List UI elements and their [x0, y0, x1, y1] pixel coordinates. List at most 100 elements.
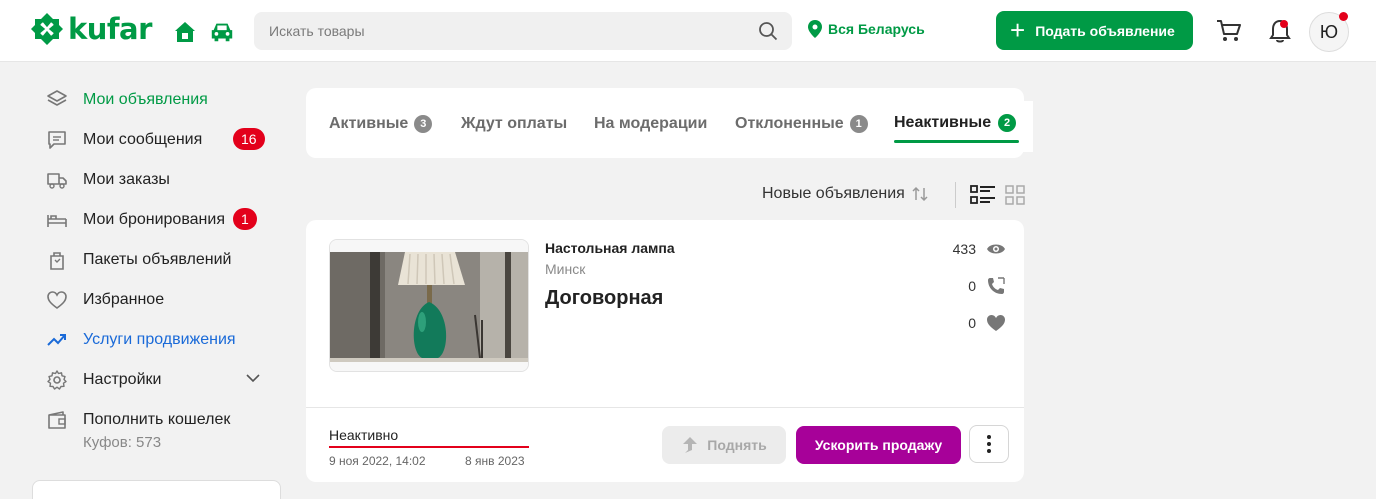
phone-icon	[988, 277, 1005, 294]
ad-date-end: 8 янв 2023	[465, 454, 525, 468]
boost-sale-label: Ускорить продажу	[814, 437, 943, 453]
calls-count: 0	[968, 278, 976, 294]
kebab-menu-icon	[987, 435, 991, 453]
tab-label: Ждут оплаты	[461, 115, 568, 132]
tab-count-badge: 1	[849, 115, 868, 133]
tab-selected-underline	[894, 140, 1019, 143]
tab-inactive[interactable]: Неактивные 2	[880, 101, 1033, 152]
sidebar-item-bookings[interactable]: Мои бронирования	[46, 208, 225, 232]
post-ad-label: Подать объявление	[1035, 22, 1175, 39]
sidebar-item-label: Пакеты объявлений	[83, 251, 232, 268]
tab-count-badge: 3	[414, 115, 433, 133]
grid-view-icon[interactable]	[1005, 185, 1025, 205]
sidebar-item-label: Настройки	[83, 371, 162, 388]
tab-label: Отклоненные	[735, 115, 844, 132]
sidebar-item-label: Мои бронирования	[83, 211, 225, 228]
search-input[interactable]	[254, 12, 792, 50]
account-sidebar: Мои объявления Мои сообщения 16 Мои зака…	[0, 62, 300, 499]
tab-moderation[interactable]: На модерации	[594, 115, 707, 133]
logo-text: kufar	[68, 12, 152, 46]
realty-house-icon[interactable]	[172, 19, 198, 45]
auto-car-icon[interactable]	[209, 19, 235, 45]
sidebar-item-favorites[interactable]: Избранное	[46, 288, 164, 312]
sidebar-item-settings[interactable]: Настройки	[46, 368, 161, 392]
sidebar-item-promotion[interactable]: Услуги продвижения	[46, 328, 236, 352]
avatar-notification-dot	[1339, 12, 1348, 21]
bag-icon	[50, 252, 64, 270]
tab-label: Неактивные	[894, 114, 992, 131]
tab-rejected[interactable]: Отклоненные 1	[735, 115, 868, 133]
status-progress-bar	[329, 446, 529, 448]
ad-date-start: 9 ноя 2022, 14:02	[329, 454, 426, 468]
sidebar-item-label: Пополнить кошелек	[83, 411, 231, 428]
top-header: kufar Вся Беларусь + Подать объявление	[0, 0, 1376, 62]
calls-stat: 0	[926, 276, 1006, 296]
gear-icon	[47, 370, 67, 390]
heart-icon	[47, 291, 67, 309]
sidebar-item-label: Мои сообщения	[83, 131, 203, 148]
delivery-icon	[47, 173, 67, 189]
ad-price: Договорная	[545, 287, 664, 309]
sidebar-item-my-ads[interactable]: Мои объявления	[46, 88, 208, 112]
location-selector[interactable]: Вся Беларусь	[808, 20, 925, 38]
sort-arrows-icon	[912, 186, 928, 202]
sidebar-item-orders[interactable]: Мои заказы	[46, 168, 170, 192]
views-stat: 433	[926, 239, 1006, 259]
lamp-photo	[330, 240, 528, 371]
ad-title[interactable]: Настольная лампа	[545, 240, 675, 256]
chevron-down-icon[interactable]	[246, 371, 260, 385]
raise-ad-button[interactable]: Поднять	[662, 426, 786, 464]
heart-filled-icon	[987, 315, 1005, 331]
bookings-count-badge: 1	[233, 208, 257, 230]
tab-inactive-title: Неактивные 2	[894, 114, 1017, 132]
cart-icon[interactable]	[1216, 19, 1242, 43]
sidebar-item-label: Мои заказы	[83, 171, 170, 188]
eye-icon	[987, 244, 1005, 254]
sidebar-extra-box	[32, 480, 281, 499]
tab-awaiting-payment[interactable]: Ждут оплаты	[461, 115, 567, 133]
wallet-icon	[48, 411, 66, 429]
view-divider	[955, 182, 956, 208]
trend-up-icon	[47, 334, 66, 346]
kufar-logo[interactable]: kufar	[30, 12, 152, 46]
notification-dot	[1280, 20, 1288, 28]
ad-city: Минск	[545, 261, 586, 277]
sort-dropdown[interactable]: Новые объявления	[762, 185, 929, 203]
favorites-count: 0	[968, 315, 976, 331]
search-icon[interactable]	[758, 21, 778, 41]
views-count: 433	[952, 241, 976, 257]
more-options-highlight	[964, 418, 1018, 472]
raise-ad-label: Поднять	[707, 437, 767, 453]
sidebar-item-label: Мои объявления	[83, 91, 208, 108]
ad-status: Неактивно	[329, 427, 399, 443]
boost-sale-button[interactable]: Ускорить продажу	[796, 426, 961, 464]
ad-card: Настольная лампа Минск Договорная 433 0 …	[306, 220, 1024, 482]
bed-icon	[47, 215, 67, 227]
map-pin-icon	[808, 20, 822, 38]
sidebar-item-ad-packages[interactable]: Пакеты объявлений	[46, 248, 232, 272]
avatar-letter: Ю	[1319, 21, 1339, 42]
messages-count-badge: 16	[233, 128, 265, 150]
sidebar-item-label: Услуги продвижения	[83, 331, 236, 348]
tab-active[interactable]: Активные 3	[329, 115, 433, 133]
kufar-logo-icon	[31, 13, 63, 45]
search-box[interactable]	[254, 12, 792, 50]
arrow-up-icon	[683, 437, 698, 453]
sidebar-item-label: Избранное	[83, 291, 165, 308]
sidebar-item-messages[interactable]: Мои сообщения	[46, 128, 202, 152]
more-options-button[interactable]	[969, 425, 1009, 463]
plus-icon: +	[1010, 14, 1026, 45]
tab-count-badge: 2	[998, 114, 1017, 132]
sidebar-item-wallet[interactable]: Пополнить кошелек	[46, 408, 230, 432]
card-divider	[306, 407, 1024, 408]
list-view-icon[interactable]	[970, 184, 996, 206]
avatar-highlight: Ю	[1300, 0, 1360, 60]
chat-icon	[48, 131, 66, 149]
location-label: Вся Беларусь	[828, 21, 925, 37]
sort-label: Новые объявления	[762, 185, 905, 202]
favorites-stat: 0	[926, 313, 1006, 333]
tab-label: Активные	[329, 115, 409, 132]
post-ad-button[interactable]: + Подать объявление	[996, 11, 1193, 50]
ad-thumbnail[interactable]	[329, 239, 529, 372]
tab-label: На модерации	[594, 115, 708, 132]
